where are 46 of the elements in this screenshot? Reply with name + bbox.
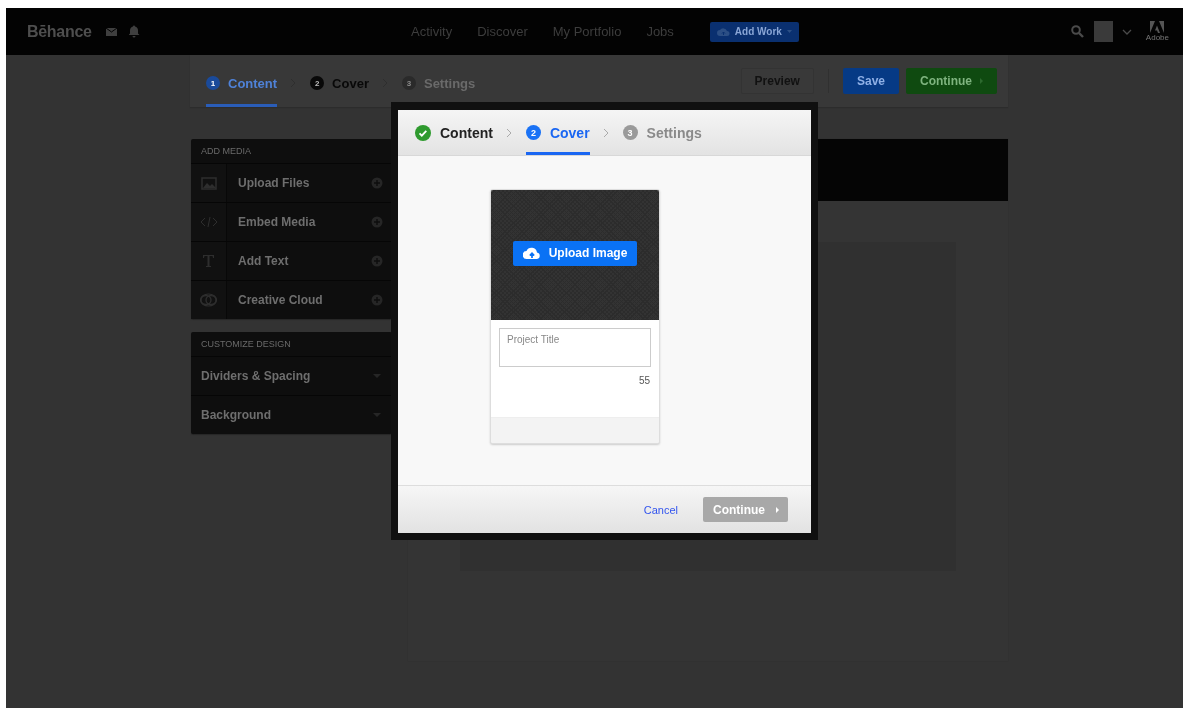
action-button[interactable]: Continue: [906, 68, 997, 94]
step-tab[interactable]: Content: [415, 110, 493, 155]
step-number: 2: [310, 76, 325, 90]
cloud-upload-icon: [522, 246, 541, 260]
adobe-mark-icon: [1150, 21, 1165, 33]
add-media-item[interactable]: Upload Files: [191, 164, 392, 203]
code-icon: [199, 216, 218, 228]
chevron-right-icon: [602, 127, 610, 138]
step-tab[interactable]: 1 Content: [206, 74, 278, 107]
customize-item[interactable]: Background: [191, 396, 392, 434]
mail-icon: [105, 26, 117, 37]
step-number: 1: [206, 76, 220, 90]
plus-circle-icon: [371, 294, 383, 306]
caret-right-icon: [776, 506, 779, 513]
upload-image-button[interactable]: Upload Image: [512, 240, 638, 266]
search-icon: [1070, 25, 1084, 38]
image-icon: [200, 176, 217, 190]
nav-link[interactable]: My Portfolio: [552, 24, 622, 39]
nav-link[interactable]: Activity: [411, 24, 453, 39]
plus-circle-icon: [371, 177, 383, 189]
avatar[interactable]: [1093, 21, 1113, 42]
project-title-field[interactable]: Project Title: [499, 328, 651, 367]
caret-down-icon: [786, 30, 792, 33]
add-work-button[interactable]: Add Work: [709, 21, 799, 42]
action-button[interactable]: Save: [842, 68, 899, 94]
caret-down-icon: [1121, 28, 1132, 35]
add-media-item[interactable]: Embed Media: [191, 203, 392, 242]
cancel-link[interactable]: Cancel: [643, 503, 678, 516]
check-circle-icon: [415, 124, 431, 141]
caret-right-icon: [980, 78, 983, 84]
character-counter: 55: [637, 375, 650, 386]
add-media-item[interactable]: Add Text: [191, 242, 392, 281]
rings-icon: [200, 293, 217, 307]
text-icon: [202, 254, 215, 268]
step-number: 2: [525, 125, 541, 140]
plus-circle-icon: [371, 216, 383, 228]
step-number: 3: [622, 125, 638, 140]
chevron-right-icon: [505, 127, 513, 138]
step-tab[interactable]: 2 Cover: [525, 110, 590, 155]
add-media-item[interactable]: Creative Cloud: [191, 281, 392, 319]
logo[interactable]: Bēhance: [27, 22, 92, 41]
plus-circle-icon: [371, 255, 383, 267]
step-number: 3: [401, 76, 416, 90]
bell-icon: [128, 25, 140, 38]
adobe-logo[interactable]: Adobe: [1145, 21, 1169, 42]
cloud-upload-icon: [716, 26, 730, 37]
